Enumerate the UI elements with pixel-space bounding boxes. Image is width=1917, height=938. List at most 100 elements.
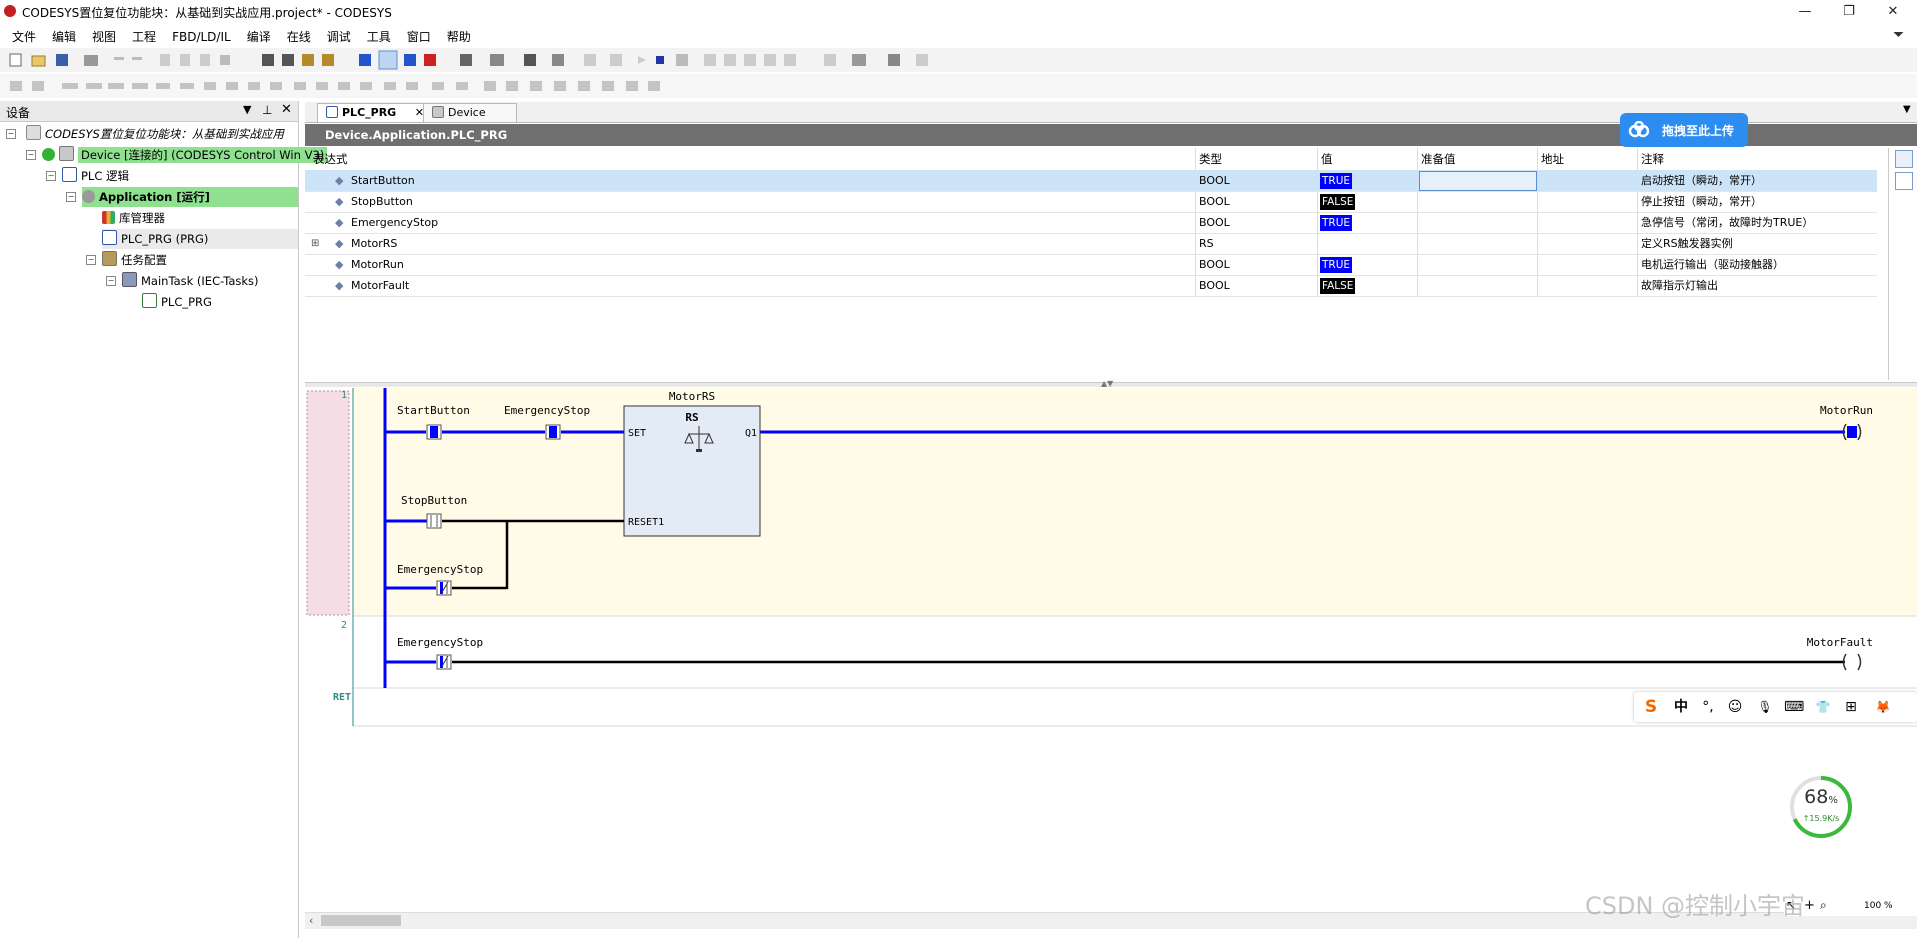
- tab-device[interactable]: Device: [423, 103, 517, 122]
- tree-expander-task-config[interactable]: −: [86, 255, 96, 265]
- variable-diamond-icon: ◆: [335, 279, 344, 292]
- column-header-comment[interactable]: 注释: [1641, 148, 1664, 170]
- pane-close-icon[interactable]: ✕: [281, 102, 292, 117]
- declaration-view-icon[interactable]: [1895, 150, 1913, 168]
- filter-icon[interactable]: ⏷: [1893, 27, 1904, 43]
- devices-pane: 设备 ▼ ⊥ ✕ − CODESYS置位复位功能块：从基础到实战应用 − Dev…: [0, 101, 328, 938]
- variable-value: FALSE: [1320, 194, 1356, 210]
- variable-value: TRUE: [1320, 173, 1353, 189]
- punctuation-icon[interactable]: °,: [1699, 698, 1717, 716]
- variable-row[interactable]: ◆ MotorFault BOOL FALSE 故障指示灯输出: [305, 275, 1877, 297]
- menu-tools[interactable]: 工具: [359, 25, 399, 47]
- menu-file[interactable]: 文件: [4, 25, 44, 47]
- pane-dropdown-icon[interactable]: ▼: [243, 103, 251, 116]
- variable-value: TRUE: [1320, 215, 1353, 231]
- contact-emergencystop-nc-2[interactable]: EmergencyStop: [397, 636, 483, 670]
- ime-chinese-mode[interactable]: 中: [1672, 698, 1690, 716]
- program-icon: [102, 230, 117, 245]
- tab-plc-prg[interactable]: PLC_PRG ✕: [317, 103, 431, 122]
- splitter-arrows-icon[interactable]: ▲▼: [1101, 379, 1113, 388]
- column-header-type[interactable]: 类型: [1199, 148, 1222, 170]
- toolbox-icon[interactable]: ⊞: [1842, 698, 1860, 716]
- pin-icon[interactable]: ⊥: [262, 103, 272, 117]
- variable-table: 表达式 类型 值 准备值 地址 注释 ◆ StartButton BOOL TRUE 启…: [305, 148, 1877, 380]
- menu-fbd-ld-il[interactable]: FBD/LD/IL: [164, 27, 239, 49]
- tree-expander-plc-logic[interactable]: −: [46, 171, 56, 181]
- tree-item-library-manager[interactable]: 库管理器: [102, 208, 165, 228]
- variable-row[interactable]: ◆ StopButton BOOL FALSE 停止按钮（瞬动，常开）: [305, 191, 1877, 213]
- variable-comment: 故障指示灯输出: [1641, 279, 1718, 292]
- menu-project[interactable]: 工程: [124, 25, 164, 47]
- menu-edit[interactable]: 编辑: [44, 25, 84, 47]
- menu-view[interactable]: 视图: [84, 25, 124, 47]
- zoom-level[interactable]: 100 %: [1864, 901, 1893, 911]
- variable-expression: MotorRS: [351, 237, 398, 250]
- variable-diamond-icon: ◆: [335, 237, 344, 250]
- ladder-toolbar-icons[interactable]: [4, 74, 664, 98]
- table-view-icon[interactable]: [1895, 172, 1913, 190]
- column-header-address[interactable]: 地址: [1541, 148, 1564, 170]
- tree-item-project[interactable]: CODESYS置位复位功能块：从基础到实战应用: [26, 124, 296, 144]
- variable-type: BOOL: [1199, 258, 1230, 271]
- fb-input-reset1: RESET1: [628, 517, 664, 528]
- variable-row[interactable]: ◆ MotorRun BOOL TRUE 电机运行输出（驱动接触器）: [305, 254, 1877, 276]
- network-number-2: 2: [341, 620, 347, 631]
- column-header-value[interactable]: 值: [1321, 148, 1333, 170]
- tree-item-plc-prg[interactable]: PLC_PRG (PRG): [102, 229, 298, 249]
- tree-item-plc-prg-call[interactable]: PLC_PRG: [142, 292, 212, 312]
- skin-icon[interactable]: 👕: [1814, 698, 1832, 716]
- tree-item-device[interactable]: Device [连接的] (CODESYS Control Win V3): [42, 145, 328, 165]
- coil-motorfault[interactable]: MotorFault: [1807, 636, 1873, 671]
- rs-function-block[interactable]: MotorRS RS SET RESET1 Q1: [623, 390, 761, 537]
- tree-expander-maintask[interactable]: −: [106, 276, 116, 286]
- zoom-magnifier-icon[interactable]: ⌕: [1820, 898, 1827, 913]
- zoom-plus-icon[interactable]: +: [1804, 898, 1815, 913]
- variable-row[interactable]: ⊞ ◆ MotorRS RS 定义RS触发器实例: [305, 233, 1877, 255]
- variable-type: BOOL: [1199, 174, 1230, 187]
- variable-type: BOOL: [1199, 216, 1230, 229]
- menu-debug[interactable]: 调试: [319, 25, 359, 47]
- scrollbar-thumb[interactable]: [321, 915, 401, 926]
- variable-expression: EmergencyStop: [351, 216, 439, 229]
- codesys-logo-icon: [4, 5, 16, 17]
- tabs-dropdown-icon[interactable]: ▼: [1903, 104, 1911, 115]
- menu-window[interactable]: 窗口: [399, 25, 439, 47]
- tree-expander-application[interactable]: −: [66, 192, 76, 202]
- cloud-upload-icon: [1628, 121, 1650, 138]
- scroll-left-icon[interactable]: ‹: [309, 914, 313, 927]
- tree-item-plc-logic[interactable]: PLC 逻辑: [62, 166, 129, 186]
- tree-item-application[interactable]: Application [运行]: [82, 187, 298, 207]
- network-1-selection-margin: [306, 390, 350, 616]
- main-toolbar-icons[interactable]: [4, 48, 944, 72]
- tree-expander-root[interactable]: −: [6, 129, 16, 139]
- variable-row[interactable]: ◆ EmergencyStop BOOL TRUE 急停信号（常闭，故障时为TRUE）: [305, 212, 1877, 234]
- column-header-expression[interactable]: 表达式: [313, 148, 348, 170]
- tree-item-task-config[interactable]: 任务配置: [102, 250, 167, 270]
- monitor-speed: ↑15.9K/s: [1802, 814, 1840, 823]
- column-header-prepared-value[interactable]: 准备值: [1421, 148, 1456, 170]
- menu-build[interactable]: 编译: [239, 25, 279, 47]
- close-button[interactable]: ✕: [1871, 2, 1915, 22]
- menu-online[interactable]: 在线: [279, 25, 319, 47]
- keyboard-icon[interactable]: ⌨: [1784, 698, 1804, 716]
- variable-row[interactable]: ◆ StartButton BOOL TRUE 启动按钮（瞬动，常开）: [305, 170, 1877, 192]
- device-icon: [59, 146, 74, 161]
- ladder-diagram[interactable]: 1 2 RET StartButton EmergencyStop MotorR…: [305, 388, 1917, 908]
- ret-label: RET: [333, 692, 351, 703]
- restore-button[interactable]: ❐: [1827, 2, 1871, 22]
- prepared-value-input[interactable]: [1419, 171, 1537, 191]
- sogou-logo-icon[interactable]: S: [1642, 698, 1660, 716]
- tree-expander-device[interactable]: −: [26, 150, 36, 160]
- variable-type: RS: [1199, 237, 1214, 250]
- svg-text:EmergencyStop: EmergencyStop: [397, 636, 483, 649]
- upload-button[interactable]: 拖拽至此上传: [1620, 113, 1748, 147]
- menu-help[interactable]: 帮助: [439, 25, 479, 47]
- minimize-button[interactable]: —: [1783, 2, 1827, 22]
- fb-input-set: SET: [628, 428, 646, 439]
- network-monitor-widget[interactable]: 68% ↑15.9K/s: [1788, 774, 1854, 840]
- microphone-icon[interactable]: 🎙: [1756, 698, 1774, 716]
- tree-item-maintask[interactable]: MainTask (IEC-Tasks): [122, 271, 259, 291]
- row-expand-icon[interactable]: ⊞: [311, 233, 319, 254]
- emoji-icon[interactable]: ☺: [1726, 698, 1744, 716]
- mascot-icon[interactable]: 🦊: [1874, 698, 1892, 716]
